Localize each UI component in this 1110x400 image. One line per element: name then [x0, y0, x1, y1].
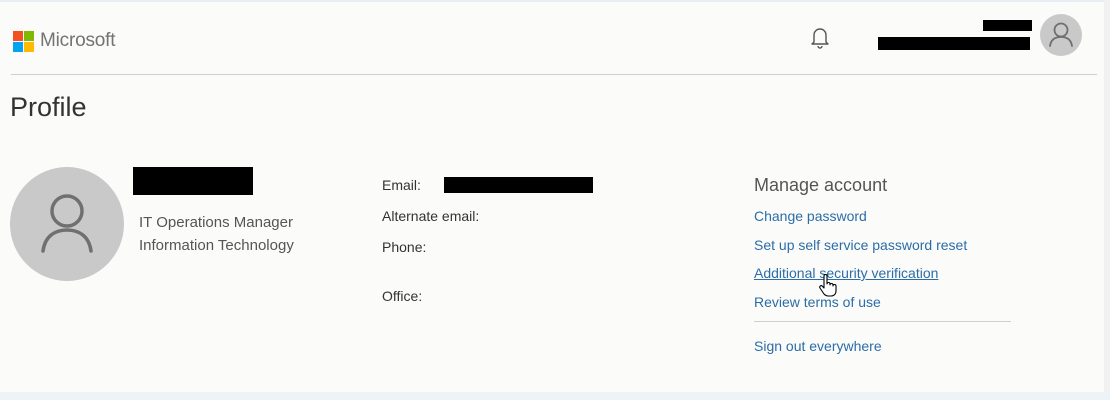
- bell-icon[interactable]: [808, 24, 832, 50]
- additional-security-verification-link[interactable]: Additional security verification: [754, 265, 938, 281]
- sign-out-everywhere-link[interactable]: Sign out everywhere: [754, 338, 882, 354]
- user-email-redacted: [878, 37, 1030, 50]
- phone-label: Phone:: [382, 239, 427, 255]
- window-bottom-border: [0, 392, 1110, 400]
- brand-name: Microsoft: [40, 30, 116, 51]
- email-label: Email:: [382, 177, 421, 193]
- page-title: Profile: [10, 92, 87, 122]
- window-right-border: [1104, 0, 1110, 400]
- profile-avatar: [10, 167, 124, 281]
- person-icon: [41, 194, 93, 253]
- microsoft-logo-icon: [13, 30, 34, 52]
- manage-account-heading: Manage account: [754, 175, 888, 195]
- account-avatar-button[interactable]: [1040, 14, 1082, 56]
- microsoft-logo[interactable]: Microsoft: [13, 30, 115, 52]
- change-password-link[interactable]: Change password: [754, 208, 867, 224]
- department: Information Technology: [139, 237, 294, 254]
- window-top-border: [0, 0, 1110, 2]
- office-label: Office:: [382, 288, 423, 304]
- person-icon: [1049, 22, 1073, 47]
- user-name-redacted: [983, 20, 1032, 31]
- alternate-email-label: Alternate email:: [382, 208, 480, 224]
- job-title: IT Operations Manager: [139, 214, 293, 231]
- self-service-password-reset-link[interactable]: Set up self service password reset: [754, 237, 967, 253]
- manage-account-divider: [754, 321, 1011, 322]
- profile-name-redacted: [133, 167, 253, 195]
- email-value-redacted: [444, 177, 593, 193]
- header-divider: [11, 74, 1097, 75]
- review-terms-of-use-link[interactable]: Review terms of use: [754, 294, 881, 310]
